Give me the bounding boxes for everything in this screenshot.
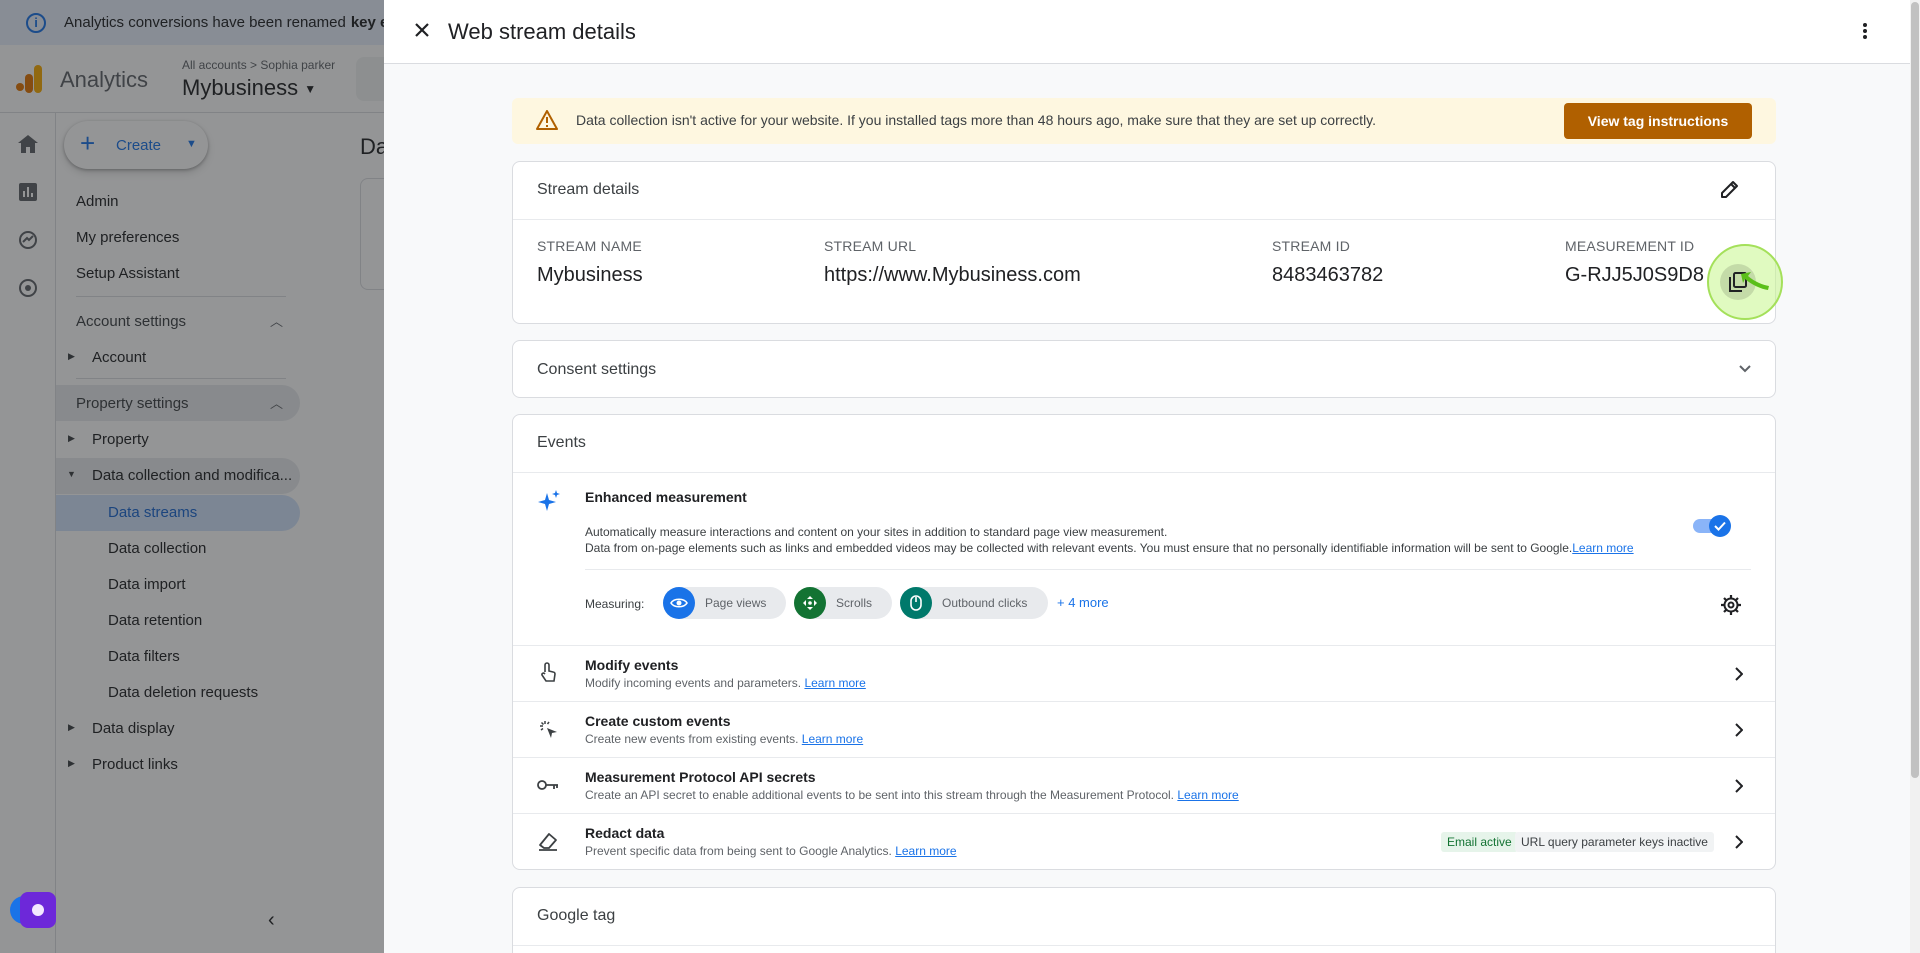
- modify-events-desc-text: Modify incoming events and parameters.: [585, 676, 802, 690]
- chevron-right-icon[interactable]: [1735, 667, 1743, 681]
- scrollbar-thumb[interactable]: [1911, 2, 1919, 778]
- chevron-right-icon[interactable]: [1735, 779, 1743, 793]
- chat-widget-icon[interactable]: [10, 892, 70, 928]
- stream-name-label: STREAM NAME: [537, 238, 642, 254]
- chip-scrolls[interactable]: Scrolls: [794, 587, 892, 619]
- measurement-id-value: G-RJJ5J0S9D8: [1565, 264, 1704, 286]
- measurement-protocol-learn-more[interactable]: Learn more: [1177, 788, 1238, 802]
- touch-icon: [539, 662, 557, 684]
- mouse-icon: [900, 587, 932, 619]
- warning-icon: [536, 110, 558, 130]
- eraser-icon: [537, 831, 559, 851]
- scroll-icon: [794, 587, 826, 619]
- create-custom-events-desc-text: Create new events from existing events.: [585, 732, 799, 746]
- enhanced-measurement-desc2: Data from on-page elements such as links…: [585, 541, 1634, 555]
- url-query-inactive-badge: URL query parameter keys inactive: [1515, 832, 1714, 852]
- more-measurements-link[interactable]: + 4 more: [1057, 595, 1109, 610]
- create-custom-events-desc: Create new events from existing events. …: [585, 732, 863, 746]
- create-custom-events-row[interactable]: Create custom events Create new events f…: [513, 701, 1775, 757]
- enhanced-measurement-desc1: Automatically measure interactions and c…: [585, 525, 1168, 539]
- events-title: Events: [537, 434, 586, 451]
- chip-scrolls-label: Scrolls: [836, 596, 873, 610]
- more-vert-icon[interactable]: [1862, 22, 1868, 40]
- email-active-badge: Email active: [1441, 832, 1518, 852]
- measurement-protocol-title: Measurement Protocol API secrets: [585, 769, 816, 785]
- learn-more-link[interactable]: Learn more: [1572, 541, 1633, 555]
- stream-details-card: Stream details STREAM NAME Mybusiness ST…: [512, 161, 1783, 324]
- chip-outbound-clicks-label: Outbound clicks: [942, 596, 1028, 610]
- stream-url-value: https://www.Mybusiness.com: [824, 264, 1081, 286]
- create-custom-events-title: Create custom events: [585, 713, 731, 729]
- chip-page-views-label: Page views: [705, 596, 767, 610]
- events-card: Events Enhanced measurement Automaticall…: [512, 414, 1776, 870]
- measurement-protocol-desc-text: Create an API secret to enable additiona…: [585, 788, 1175, 802]
- stream-id-label: STREAM ID: [1272, 238, 1351, 254]
- gear-icon[interactable]: [1721, 595, 1741, 615]
- web-stream-details-drawer: Web stream details Data collection isn't…: [384, 0, 1920, 953]
- measurement-id-label: MEASUREMENT ID: [1565, 238, 1695, 254]
- consent-settings-title: Consent settings: [537, 361, 657, 378]
- drawer-header: Web stream details: [384, 0, 1920, 64]
- modify-events-desc: Modify incoming events and parameters. L…: [585, 676, 866, 690]
- enhanced-measurement-title: Enhanced measurement: [585, 489, 747, 505]
- divider: [513, 945, 1775, 946]
- measurement-protocol-row[interactable]: Measurement Protocol API secrets Create …: [513, 757, 1775, 813]
- data-collection-warning: Data collection isn't active for your we…: [512, 98, 1776, 144]
- redact-data-desc: Prevent specific data from being sent to…: [585, 844, 957, 858]
- google-tag-title: Google tag: [537, 907, 616, 924]
- redact-data-desc-text: Prevent specific data from being sent to…: [585, 844, 892, 858]
- divider: [513, 219, 1775, 220]
- drawer-scrollbar[interactable]: [1910, 0, 1920, 953]
- redact-data-title: Redact data: [585, 825, 665, 841]
- close-icon[interactable]: [414, 22, 430, 38]
- chip-page-views[interactable]: Page views: [663, 587, 786, 619]
- chevron-down-icon[interactable]: [1739, 365, 1751, 373]
- chevron-right-icon[interactable]: [1735, 723, 1743, 737]
- key-icon: [537, 778, 559, 792]
- modify-events-title: Modify events: [585, 657, 679, 673]
- stream-details-title: Stream details: [537, 181, 640, 198]
- cursor-click-icon: [539, 720, 559, 740]
- stream-url-label: STREAM URL: [824, 238, 917, 254]
- redact-data-learn-more[interactable]: Learn more: [895, 844, 956, 858]
- stream-id-value: 8483463782: [1272, 264, 1384, 286]
- sparkle-icon: [537, 489, 561, 513]
- google-tag-card: Google tag: [512, 887, 1776, 953]
- redact-data-row[interactable]: Redact data Prevent specific data from b…: [513, 813, 1775, 869]
- enhanced-desc2-text: Data from on-page elements such as links…: [585, 541, 1573, 555]
- edit-pencil-icon[interactable]: [1721, 180, 1739, 198]
- eye-icon: [663, 587, 695, 619]
- modify-events-learn-more[interactable]: Learn more: [804, 676, 865, 690]
- stream-name-value: Mybusiness: [537, 264, 643, 286]
- consent-settings-card[interactable]: Consent settings: [512, 340, 1776, 398]
- measurement-protocol-desc: Create an API secret to enable additiona…: [585, 788, 1239, 802]
- pointer-arrow-icon: [1739, 270, 1771, 294]
- enhanced-measurement-toggle[interactable]: [1693, 513, 1731, 537]
- drawer-title: Web stream details: [448, 19, 636, 44]
- modify-events-row[interactable]: Modify events Modify incoming events and…: [513, 645, 1775, 701]
- chevron-right-icon[interactable]: [1735, 835, 1743, 849]
- measuring-label: Measuring:: [585, 597, 645, 611]
- divider: [585, 569, 1751, 570]
- warning-text: Data collection isn't active for your we…: [576, 112, 1377, 128]
- chip-outbound-clicks[interactable]: Outbound clicks: [900, 587, 1048, 619]
- create-custom-events-learn-more[interactable]: Learn more: [802, 732, 863, 746]
- view-tag-instructions-button[interactable]: View tag instructions: [1564, 103, 1752, 139]
- divider: [513, 472, 1775, 473]
